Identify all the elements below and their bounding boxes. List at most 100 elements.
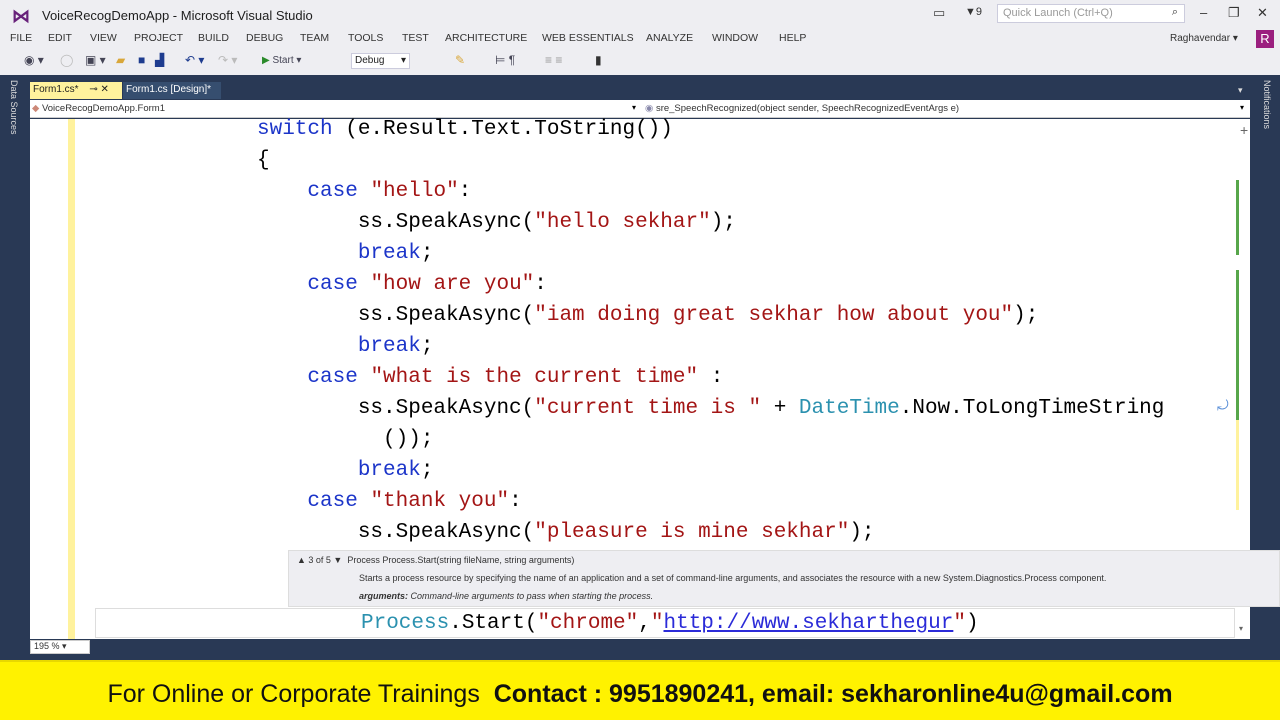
code-line: ss.SpeakAsync("current time is " + DateT… (257, 393, 1165, 424)
code-line: case "hello": (257, 176, 1164, 207)
code-token: switch (257, 118, 333, 141)
code-token: case (307, 273, 358, 296)
restore-button[interactable]: ❐ (1228, 5, 1240, 21)
menu-help[interactable]: HELP (779, 32, 806, 44)
left-tool-strip: Data Sources (0, 75, 28, 660)
avatar[interactable]: R (1256, 30, 1274, 48)
method-description: Starts a process resource by specifying … (359, 573, 1107, 583)
saved-change-marker (1236, 270, 1239, 420)
code-token: DateTime (798, 397, 900, 420)
code-token: , (638, 612, 651, 635)
menu-file[interactable]: FILE (10, 32, 32, 44)
pin-icon: ⊸ (89, 84, 98, 95)
code-token: .Start( (449, 612, 538, 635)
code-token: ); (710, 211, 736, 234)
close-button[interactable]: ✕ (1257, 5, 1268, 21)
class-dropdown-arrow[interactable]: ▾ (632, 103, 636, 112)
code-line: ss.SpeakAsync("iam doing great sekhar ho… (257, 300, 1164, 331)
menu-edit[interactable]: EDIT (48, 32, 72, 44)
code-token: ()); (257, 428, 434, 451)
code-token: break (357, 242, 421, 265)
configuration-dropdown[interactable]: Debug ▾ (351, 53, 410, 69)
back-icon[interactable]: ◉ ▾ (24, 53, 44, 67)
undo-icon[interactable]: ↶ ▾ (185, 53, 204, 67)
menu-architecture[interactable]: ARCHITECTURE (445, 32, 527, 44)
member-dropdown-arrow[interactable]: ▾ (1240, 103, 1244, 112)
code-token: ) (965, 612, 979, 635)
save-all-icon[interactable]: ▟ (155, 53, 164, 67)
code-token: : (458, 180, 472, 203)
code-line: ()); (257, 424, 1164, 455)
saved-change-marker (1236, 180, 1239, 255)
code-token: "iam doing great sekhar how about you" (534, 304, 1014, 327)
bookmark-icon[interactable]: ▮ (595, 53, 602, 67)
find-icon[interactable]: ✎ (455, 53, 465, 67)
word-wrap-glyph-icon: ⤾ (1217, 397, 1229, 413)
code-token: "how are you" (370, 273, 535, 296)
data-sources-tab[interactable]: Data Sources (9, 80, 19, 135)
param-description: Command-line arguments to pass when star… (410, 591, 654, 601)
forward-icon[interactable]: ◯ (60, 53, 73, 67)
user-name[interactable]: Raghavendar ▾ (1170, 33, 1238, 44)
code-token: : (534, 273, 547, 296)
code-token: "chrome" (537, 612, 639, 635)
member-dropdown[interactable]: ◉ sre_SpeechRecognized(object sender, Sp… (645, 103, 959, 114)
code-token: .Now.ToLongTimeString (899, 397, 1165, 420)
current-code-line: Process.Start("chrome","http://www.sekha… (361, 608, 979, 639)
visual-studio-logo-icon: ⋈ (12, 6, 30, 26)
code-line: ss.SpeakAsync("hello sekhar"); (257, 207, 1164, 238)
code-token: ss.SpeakAsync( (257, 211, 535, 234)
menu-debug[interactable]: DEBUG (246, 32, 283, 44)
search-icon: ⌕ (1171, 6, 1178, 18)
code-token: { (257, 149, 270, 172)
tab-form1-design[interactable]: Form1.cs [Design]* (123, 82, 221, 99)
code-token: "what is the current time" (370, 366, 699, 389)
code-line: break; (257, 238, 1164, 269)
menu-window[interactable]: WINDOW (712, 32, 758, 44)
menu-web-essentials[interactable]: WEB ESSENTIALS (542, 32, 634, 44)
tab-overflow-icon[interactable]: ▾ (1238, 85, 1243, 96)
notifications-flag[interactable]: ▼9 (965, 6, 982, 18)
code-token: ss.SpeakAsync( (257, 521, 535, 544)
minimize-button[interactable]: – (1200, 5, 1207, 20)
code-token: : (509, 490, 522, 513)
feedback-icon[interactable]: ▭ (933, 5, 945, 21)
tab-form1-cs[interactable]: Form1.cs* ⊸ ✕ (30, 82, 122, 99)
open-file-icon[interactable]: ▰ (116, 53, 125, 67)
menu-analyze[interactable]: ANALYZE (646, 32, 693, 44)
window-title: VoiceRecogDemoApp - Microsoft Visual Stu… (42, 8, 313, 23)
new-project-icon[interactable]: ▣ ▾ (85, 53, 106, 67)
notifications-tab[interactable]: Notifications (1262, 80, 1272, 129)
split-editor-icon[interactable]: + (1240, 122, 1248, 138)
code-token: ); (849, 521, 875, 544)
zoom-dropdown[interactable]: 195 % ▾ (30, 640, 90, 654)
class-dropdown[interactable]: ◆ VoiceRecogDemoApp.Form1 (32, 103, 165, 114)
format-icon[interactable]: ⊨ ¶ (495, 53, 515, 67)
unsaved-change-marker (1236, 420, 1239, 510)
start-button[interactable]: ▶ Start ▾ (262, 55, 301, 66)
code-text: switch (e.Result.Text.ToString()) { case … (257, 114, 1164, 548)
code-token: break (357, 335, 421, 358)
menu-tools[interactable]: TOOLS (348, 32, 383, 44)
save-icon[interactable]: ■ (138, 53, 145, 67)
code-token: "current time is " (534, 397, 762, 420)
code-token: case (307, 180, 358, 203)
overload-counter[interactable]: ▲ 3 of 5 ▼ (297, 555, 342, 565)
menu-view[interactable]: VIEW (90, 32, 117, 44)
redo-icon[interactable]: ↷ ▾ (218, 53, 237, 67)
method-icon: ◉ (645, 103, 654, 114)
scroll-down-arrow[interactable]: ▾ (1239, 624, 1243, 633)
menu-build[interactable]: BUILD (198, 32, 229, 44)
change-margin (68, 119, 75, 639)
menu-project[interactable]: PROJECT (134, 32, 183, 44)
comment-icon[interactable]: ≡ ≡ (545, 53, 562, 67)
quick-launch-input[interactable]: Quick Launch (Ctrl+Q) ⌕ (997, 4, 1185, 23)
code-line: ss.SpeakAsync("pleasure is mine sekhar")… (257, 517, 1164, 548)
menu-test[interactable]: TEST (402, 32, 429, 44)
menu-team[interactable]: TEAM (300, 32, 329, 44)
